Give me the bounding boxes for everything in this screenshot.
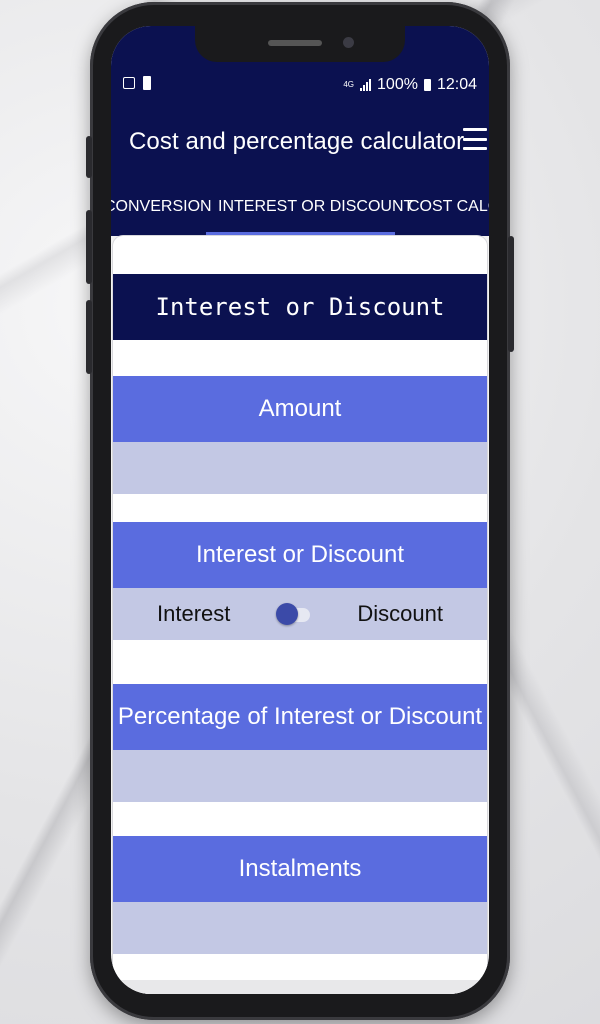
amount-label: Amount [113, 376, 487, 442]
battery-notification-icon [143, 76, 151, 90]
app-bar: Cost and percentage calculator [111, 100, 489, 184]
percentage-input[interactable] [113, 750, 487, 802]
speaker-grille [268, 40, 322, 46]
power-button [508, 236, 514, 352]
instalments-label: Instalments [113, 836, 487, 902]
network-type: 4G [343, 80, 355, 89]
tab-conversion[interactable]: CONVERSION [111, 198, 212, 216]
clock: 12:04 [436, 76, 477, 93]
image-notification-icon [123, 77, 135, 89]
phone-notch [195, 26, 405, 62]
hamburger-menu-icon[interactable] [463, 128, 487, 150]
tab-bar: CONVERSION INTEREST OR DISCOUNT COST CAL… [111, 184, 489, 236]
phone-screen: 4G 100% 12:04 Cost and percentage calcul… [111, 26, 489, 994]
interest-or-discount-label: Interest or Discount [113, 522, 487, 588]
calculator-form: Interest or Discount Amount Interest or … [113, 236, 487, 994]
front-camera [343, 37, 354, 48]
app-title: Cost and percentage calculator [129, 128, 465, 155]
toggle-option-discount: Discount [357, 601, 443, 626]
status-left-icons [123, 76, 151, 90]
amount-input[interactable] [113, 442, 487, 494]
switch-thumb [276, 603, 298, 625]
interest-discount-toggle-row: Interest Discount [113, 588, 487, 640]
instalments-input[interactable] [113, 902, 487, 954]
status-right-icons: 4G 100% 12:04 [343, 76, 477, 94]
bixby-button [86, 300, 92, 374]
battery-percent: 100% [377, 76, 418, 93]
toggle-option-interest: Interest [157, 601, 231, 626]
volume-up-button [86, 136, 92, 178]
battery-icon [423, 79, 431, 91]
tab-interest-or-discount[interactable]: INTEREST OR DISCOUNT [218, 198, 413, 216]
volume-down-button [86, 210, 92, 284]
signal-icon [360, 79, 372, 91]
interest-discount-switch[interactable] [276, 603, 312, 625]
tab-cost-calculation[interactable]: COST CALCU [408, 198, 489, 216]
percentage-label: Percentage of Interest or Discount [113, 684, 487, 750]
section-title: Interest or Discount [113, 274, 487, 340]
bottom-strip [113, 980, 487, 994]
